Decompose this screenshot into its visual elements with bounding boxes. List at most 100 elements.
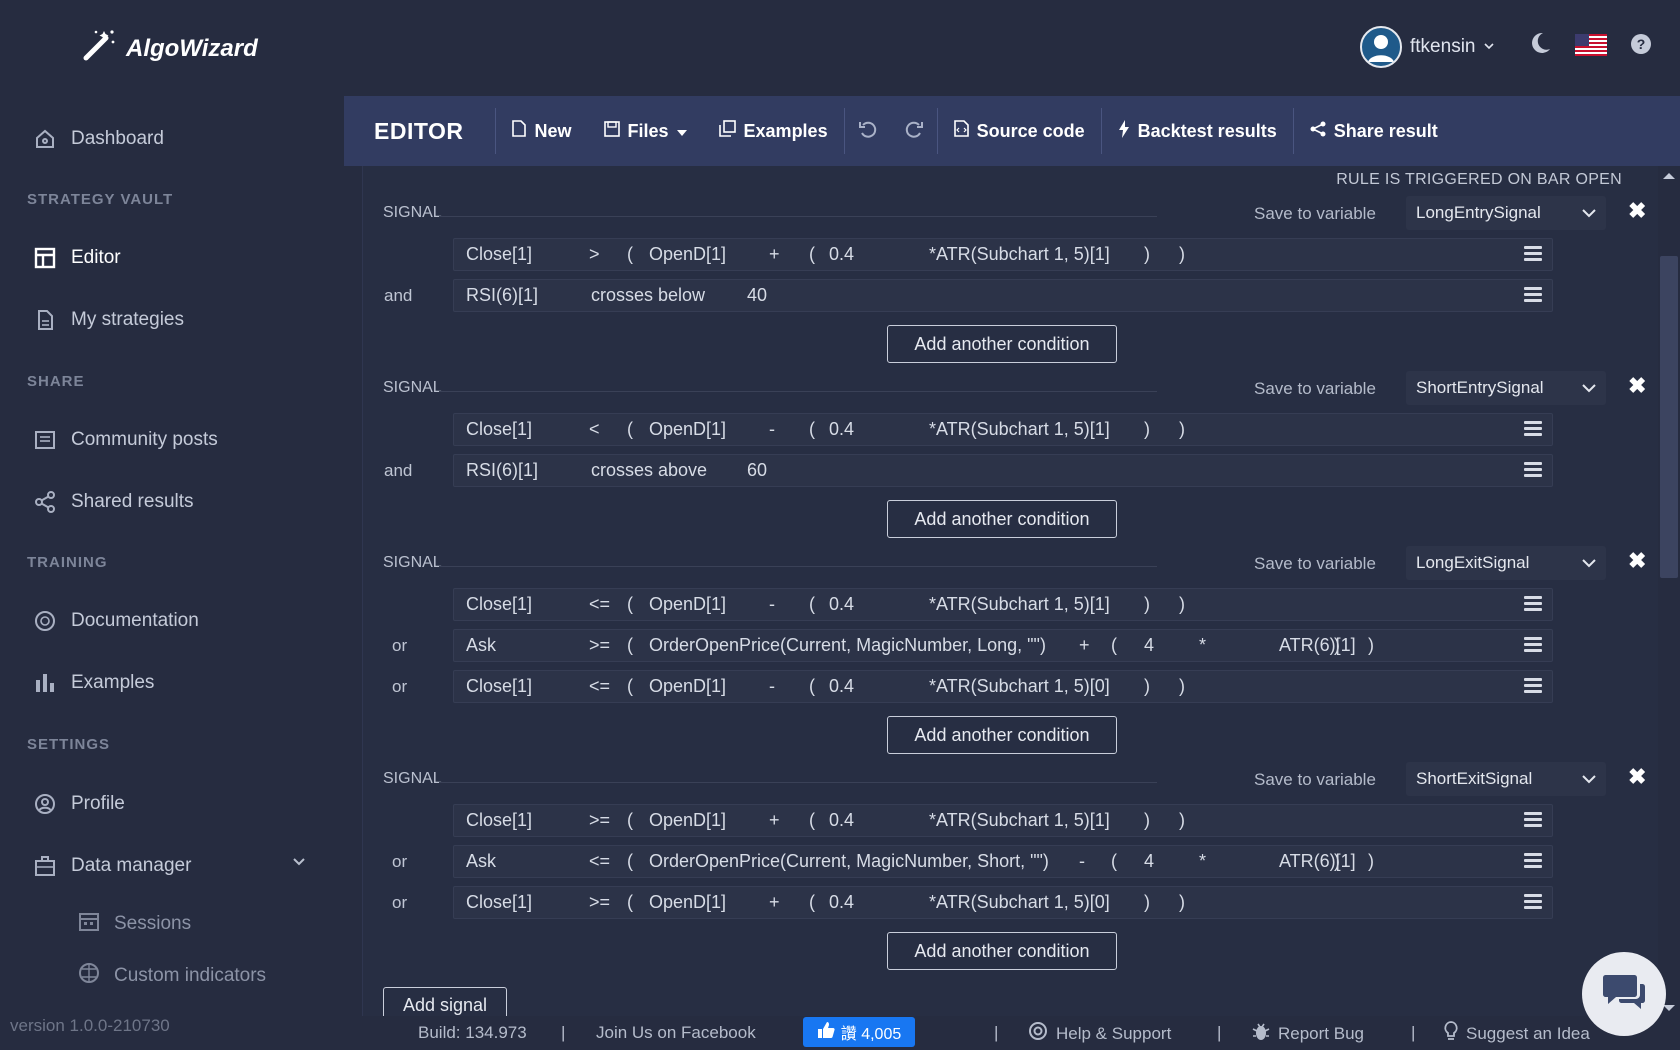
condition-token[interactable]: * [929,419,936,440]
condition-token[interactable]: - [769,594,775,615]
drag-handle-menu-icon[interactable] [1524,637,1542,655]
add-condition-button[interactable]: Add another condition [887,500,1117,538]
condition-token[interactable]: ) [1179,810,1185,831]
condition-token[interactable]: + [769,892,780,913]
condition-token[interactable]: Close[1] [466,244,532,265]
condition-token[interactable]: ( [1111,851,1117,872]
condition-token[interactable]: ( [627,892,633,913]
condition-token[interactable]: OpenD[1] [649,244,726,265]
condition-token[interactable]: ATR(6)[1] [1279,635,1356,656]
condition-token[interactable]: ) [1334,635,1340,656]
condition-row[interactable]: RSI(6)[1] crosses below 40 [453,279,1553,312]
condition-token[interactable]: crosses below [591,285,705,306]
redo-button[interactable] [891,96,937,166]
drag-handle-menu-icon[interactable] [1524,287,1542,305]
drag-handle-menu-icon[interactable] [1524,596,1542,614]
variable-select[interactable]: LongEntrySignal [1406,196,1606,230]
condition-row[interactable]: Close[1] <= (OpenD[1] - (0.4 * ATR(Subchart 1,… [453,588,1553,621]
dark-mode-moon-icon[interactable] [1528,31,1552,60]
condition-token[interactable]: ATR(6)[1] [1279,851,1356,872]
condition-token[interactable]: ( [809,244,815,265]
add-condition-button[interactable]: Add another condition [887,716,1117,754]
undo-button[interactable] [845,96,891,166]
condition-token[interactable]: * [929,810,936,831]
sidebar-item-shared-results[interactable]: Shared results [33,490,194,514]
examples-button[interactable]: Examples [703,96,844,166]
condition-token[interactable]: ATR(Subchart 1, 5)[1] [936,810,1110,831]
chat-widget-button[interactable] [1582,952,1666,1036]
condition-conjunction[interactable]: and [384,286,412,306]
sidebar-item-dashboard[interactable]: Dashboard [33,127,164,151]
remove-signal-close-icon[interactable]: ✖ [1628,373,1646,399]
condition-token[interactable]: ATR(Subchart 1, 5)[1] [936,594,1110,615]
condition-conjunction[interactable]: or [392,893,407,913]
scroll-up-arrow-icon[interactable] [1662,168,1676,186]
drag-handle-menu-icon[interactable] [1524,678,1542,696]
sidebar-item-profile[interactable]: Profile [33,792,125,816]
condition-token[interactable]: ( [809,892,815,913]
drag-handle-menu-icon[interactable] [1524,421,1542,439]
files-dropdown-button[interactable]: Files [588,96,703,166]
condition-token[interactable]: ( [809,676,815,697]
condition-token[interactable]: ( [627,676,633,697]
sidebar-item-community-posts[interactable]: Community posts [33,428,218,452]
condition-token[interactable]: * [929,244,936,265]
condition-token[interactable]: 0.4 [829,810,854,831]
condition-token[interactable]: ( [627,851,633,872]
condition-token[interactable]: >= [589,635,610,656]
condition-token[interactable]: * [1199,851,1206,872]
condition-token[interactable]: * [929,892,936,913]
sidebar-item-sessions[interactable]: Sessions [78,910,191,938]
condition-row[interactable]: Ask >= (OrderOpenPrice(Current, MagicNumbe… [453,629,1553,662]
new-button[interactable]: New [496,96,587,166]
share-result-button[interactable]: Share result [1294,96,1454,166]
suggest-idea-link[interactable]: Suggest an Idea [1444,1021,1590,1046]
condition-token[interactable]: ( [809,810,815,831]
condition-token[interactable]: ) [1368,851,1374,872]
condition-token[interactable]: RSI(6)[1] [466,285,538,306]
sidebar-item-documentation[interactable]: Documentation [33,609,199,633]
condition-token[interactable]: Close[1] [466,810,532,831]
condition-token[interactable]: 0.4 [829,676,854,697]
condition-token[interactable]: * [929,676,936,697]
remove-signal-close-icon[interactable]: ✖ [1628,764,1646,790]
condition-token[interactable]: + [769,810,780,831]
condition-token[interactable]: Ask [466,851,496,872]
remove-signal-close-icon[interactable]: ✖ [1628,198,1646,224]
condition-token[interactable]: ) [1144,810,1150,831]
add-condition-button[interactable]: Add another condition [887,932,1117,970]
condition-token[interactable]: ) [1144,594,1150,615]
condition-token[interactable]: Close[1] [466,892,532,913]
sidebar-item-my-strategies[interactable]: My strategies [33,308,184,332]
condition-token[interactable]: <= [589,594,610,615]
variable-select[interactable]: ShortExitSignal [1406,762,1606,796]
condition-token[interactable]: OrderOpenPrice(Current, MagicNumber, Lon… [649,635,1046,656]
add-condition-button[interactable]: Add another condition [887,325,1117,363]
us-flag-icon[interactable] [1575,34,1607,61]
condition-token[interactable]: ) [1144,892,1150,913]
condition-token[interactable]: > [589,244,600,265]
condition-token[interactable]: ) [1144,419,1150,440]
condition-token[interactable]: ( [809,419,815,440]
condition-token[interactable]: ( [809,594,815,615]
condition-token[interactable]: < [589,419,600,440]
condition-token[interactable]: <= [589,676,610,697]
condition-token[interactable]: Close[1] [466,419,532,440]
variable-select[interactable]: LongExitSignal [1406,546,1606,580]
condition-token[interactable]: ) [1179,594,1185,615]
condition-token[interactable]: ( [627,244,633,265]
sidebar-item-data-manager[interactable]: Data manager [33,854,191,878]
variable-select[interactable]: ShortEntrySignal [1406,371,1606,405]
condition-token[interactable]: - [769,676,775,697]
condition-token[interactable]: crosses above [591,460,707,481]
condition-row[interactable]: Close[1] >= (OpenD[1] + (0.4 * ATR(Subchart 1,… [453,804,1553,837]
condition-token[interactable]: ATR(Subchart 1, 5)[1] [936,419,1110,440]
condition-token[interactable]: OpenD[1] [649,676,726,697]
condition-token[interactable]: OpenD[1] [649,810,726,831]
condition-token[interactable]: ( [627,419,633,440]
sidebar-item-examples[interactable]: Examples [33,671,154,695]
condition-token[interactable]: >= [589,810,610,831]
condition-token[interactable]: RSI(6)[1] [466,460,538,481]
condition-token[interactable]: 0.4 [829,892,854,913]
condition-token[interactable]: - [769,419,775,440]
